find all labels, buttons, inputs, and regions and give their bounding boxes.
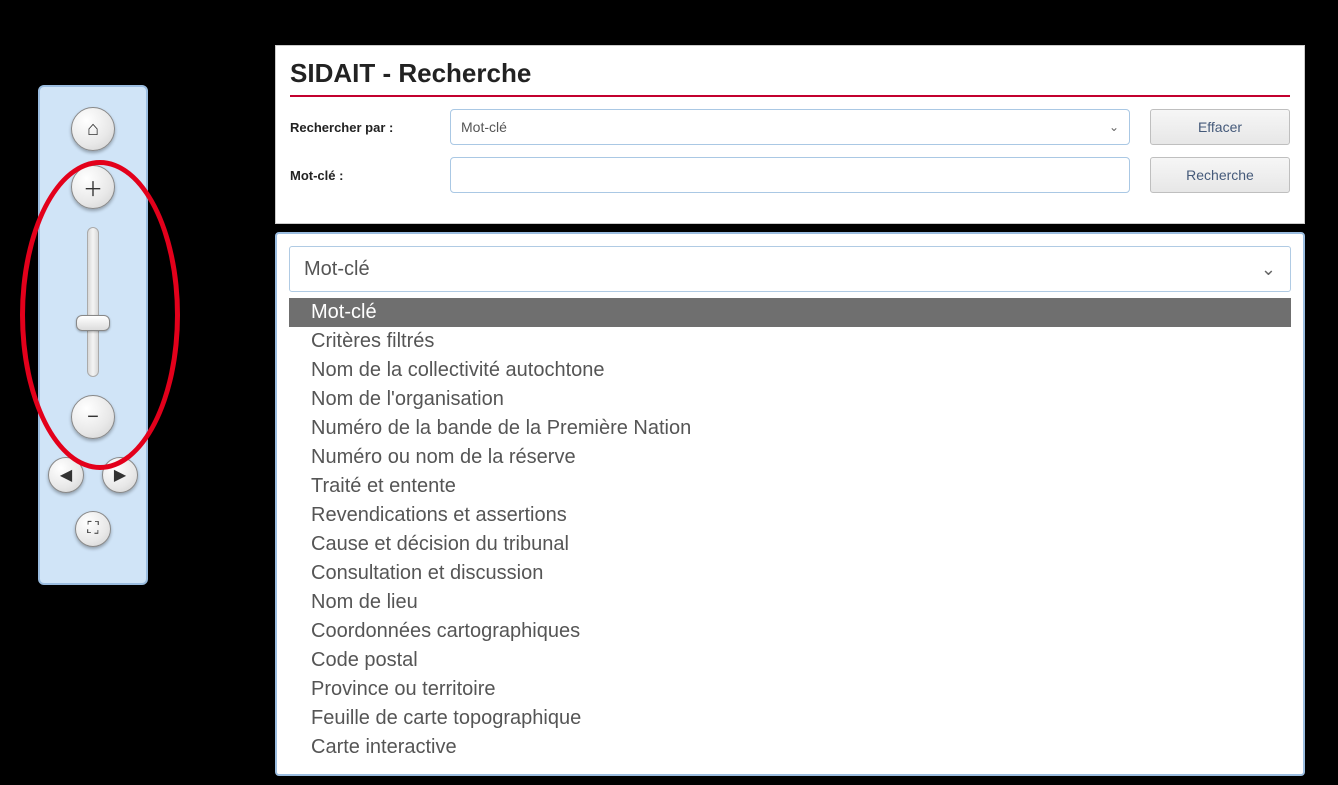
dropdown-list: Mot-cléCritères filtrésNom de la collect… — [289, 298, 1291, 762]
dropdown-option[interactable]: Consultation et discussion — [289, 559, 1291, 588]
dropdown-option[interactable]: Nom de la collectivité autochtone — [289, 356, 1291, 385]
dropdown-option[interactable]: Cause et décision du tribunal — [289, 530, 1291, 559]
dropdown-option[interactable]: Nom de lieu — [289, 588, 1291, 617]
dropdown-option[interactable]: Nom de l'organisation — [289, 385, 1291, 414]
dropdown-option[interactable]: Feuille de carte topographique — [289, 704, 1291, 733]
row-keyword: Mot-clé : Recherche — [290, 157, 1290, 193]
extent-icon: ⛶ — [87, 520, 98, 538]
page-title: SIDAIT - Recherche — [290, 54, 1290, 97]
zoom-slider[interactable] — [78, 227, 108, 377]
label-keyword: Mot-clé : — [290, 168, 450, 183]
dropdown-option[interactable]: Traité et entente — [289, 472, 1291, 501]
prev-extent-button[interactable]: ◀ — [48, 457, 84, 493]
chevron-down-icon: ⌄ — [1109, 120, 1119, 134]
search-by-select-value: Mot-clé — [461, 119, 507, 135]
home-button[interactable]: ⌂ — [71, 107, 115, 151]
plus-icon: ＋ — [83, 173, 103, 202]
chevron-left-icon: ◀ — [60, 465, 72, 485]
minus-icon: − — [87, 406, 99, 429]
zoom-slider-track — [87, 227, 99, 377]
dropdown-option[interactable]: Mot-clé — [289, 298, 1291, 327]
dropdown-option[interactable]: Numéro de la bande de la Première Nation — [289, 414, 1291, 443]
dropdown-current-value: Mot-clé — [304, 258, 370, 281]
zoom-slider-thumb[interactable] — [76, 315, 110, 331]
next-extent-button[interactable]: ▶ — [102, 457, 138, 493]
row-search-by: Rechercher par : Mot-clé ⌄ Effacer — [290, 109, 1290, 145]
dropdown-panel: Mot-clé ⌄ Mot-cléCritères filtrésNom de … — [275, 232, 1305, 776]
label-search-by: Rechercher par : — [290, 120, 450, 135]
chevron-right-icon: ▶ — [114, 465, 126, 485]
dropdown-option[interactable]: Critères filtrés — [289, 327, 1291, 356]
dropdown-option[interactable]: Province ou territoire — [289, 675, 1291, 704]
home-icon: ⌂ — [87, 118, 99, 141]
chevron-down-icon: ⌄ — [1261, 259, 1276, 280]
clear-button[interactable]: Effacer — [1150, 109, 1290, 145]
zoom-out-button[interactable]: − — [71, 395, 115, 439]
dropdown-option[interactable]: Code postal — [289, 646, 1291, 675]
search-button[interactable]: Recherche — [1150, 157, 1290, 193]
keyword-input[interactable] — [450, 157, 1130, 193]
search-by-select[interactable]: Mot-clé ⌄ — [450, 109, 1130, 145]
dropdown-select[interactable]: Mot-clé ⌄ — [289, 246, 1291, 292]
dropdown-option[interactable]: Numéro ou nom de la réserve — [289, 443, 1291, 472]
extent-nav-row: ◀ ▶ — [48, 457, 138, 493]
dropdown-option[interactable]: Revendications et assertions — [289, 501, 1291, 530]
dropdown-option[interactable]: Coordonnées cartographiques — [289, 617, 1291, 646]
zoom-in-button[interactable]: ＋ — [71, 165, 115, 209]
dropdown-option[interactable]: Carte interactive — [289, 733, 1291, 762]
search-panel: SIDAIT - Recherche Rechercher par : Mot-… — [275, 45, 1305, 224]
full-extent-button[interactable]: ⛶ — [75, 511, 111, 547]
map-zoom-widget: ⌂ ＋ − ◀ ▶ ⛶ — [38, 85, 148, 585]
